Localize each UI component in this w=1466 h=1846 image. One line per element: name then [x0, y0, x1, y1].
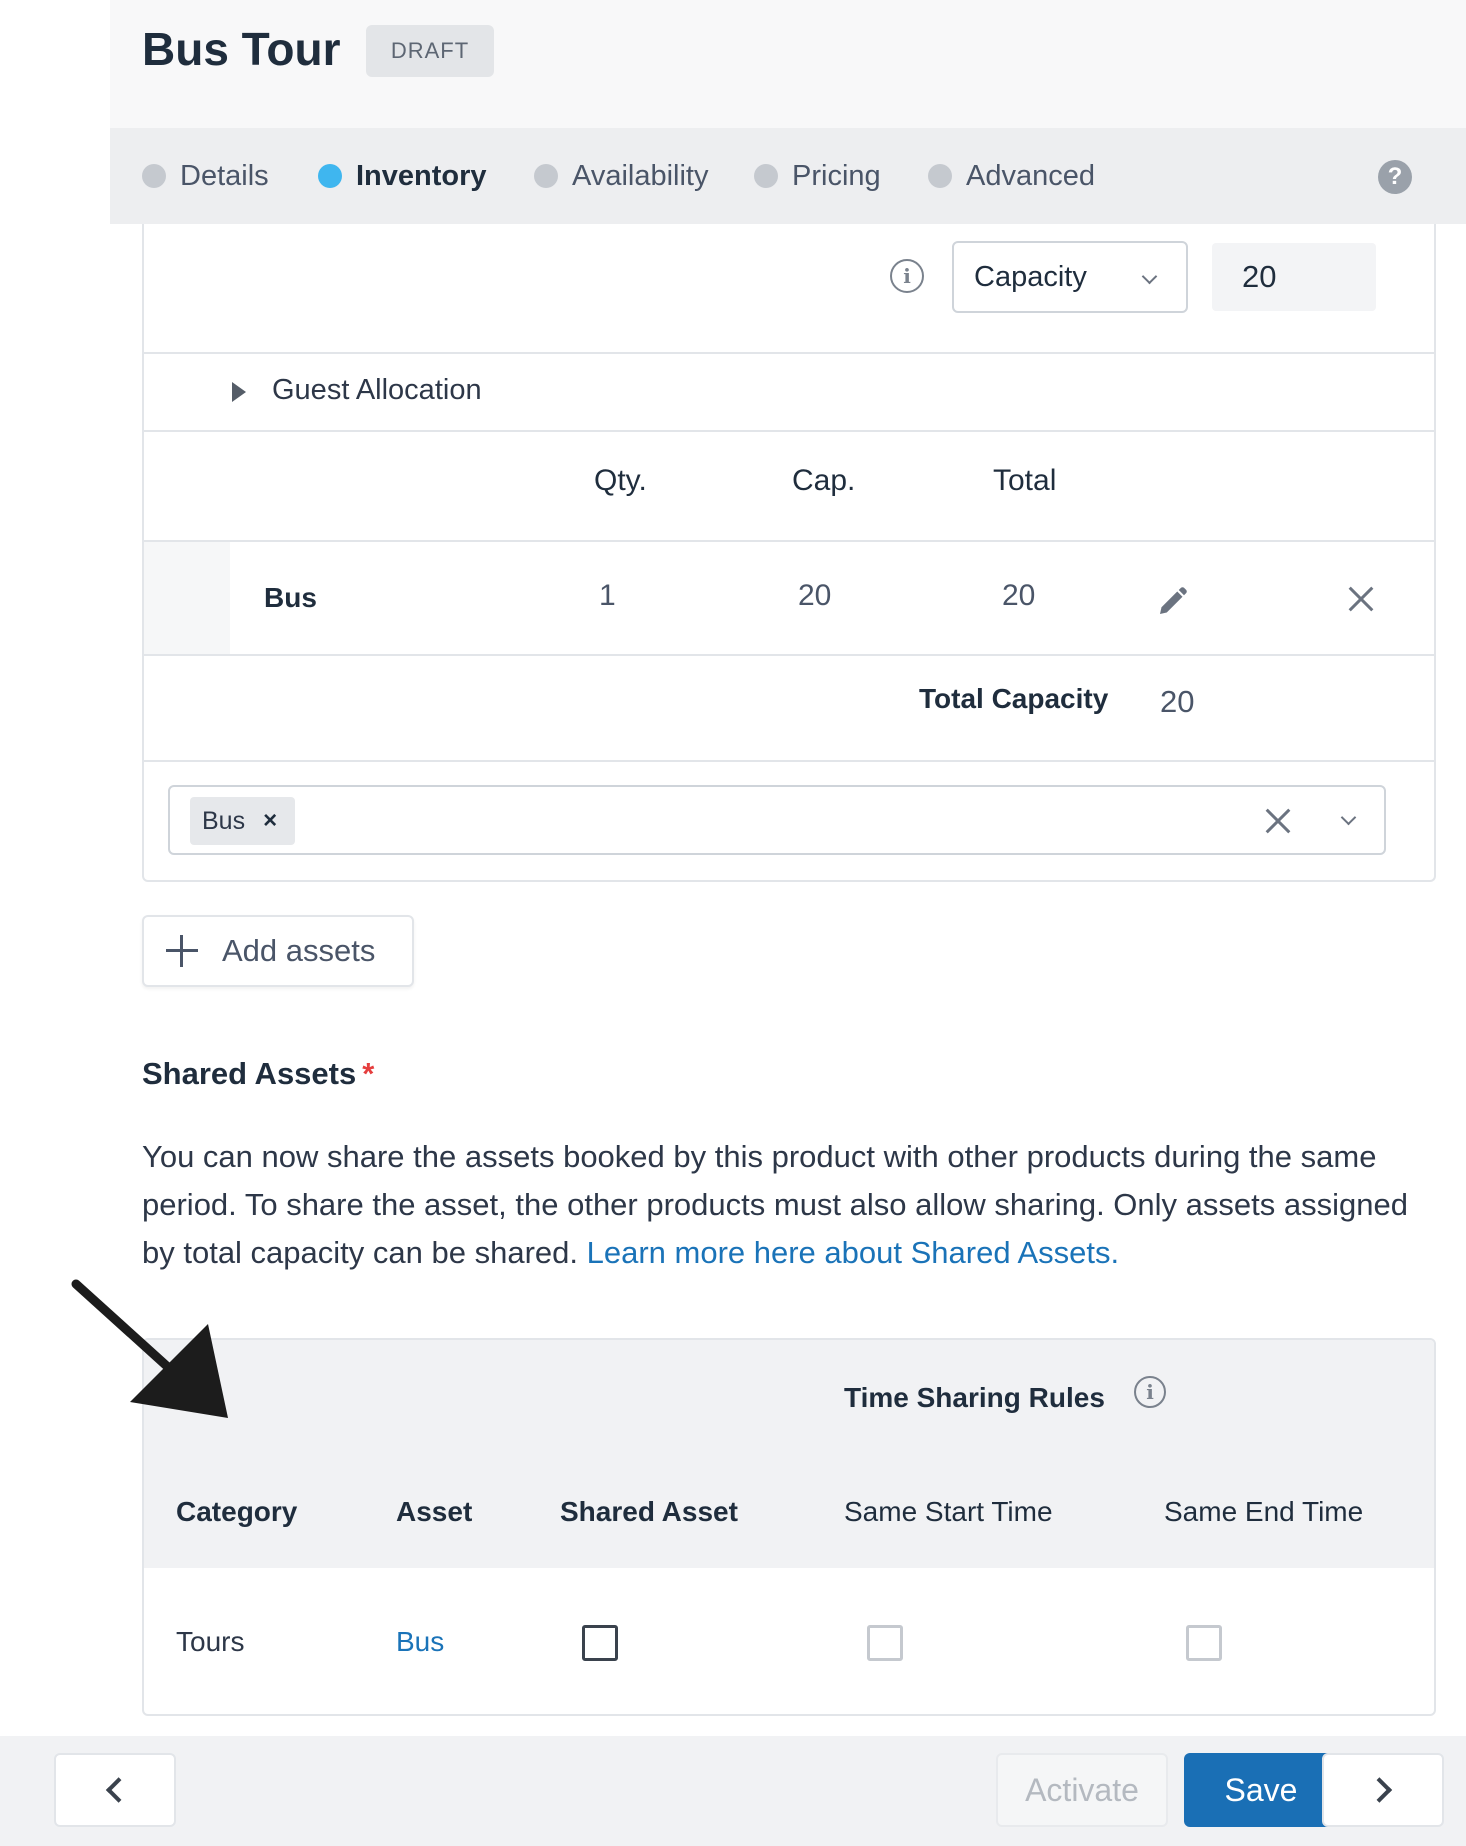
- remove-chip-icon[interactable]: ×: [263, 807, 277, 835]
- chevron-down-icon: [1141, 268, 1158, 285]
- column-header-same-start-time: Same Start Time: [844, 1496, 1053, 1527]
- row-asset-link[interactable]: Bus: [396, 1626, 444, 1658]
- tab-label: Availability: [572, 159, 709, 192]
- capacity-mode-value: Capacity: [974, 260, 1087, 293]
- tab-label: Inventory: [356, 159, 487, 192]
- step-dot-icon: [928, 164, 952, 188]
- shared-assets-description: You can now share the assets booked by t…: [142, 1133, 1442, 1277]
- same-end-time-checkbox[interactable]: [1186, 1625, 1222, 1661]
- help-icon[interactable]: ?: [1378, 160, 1412, 194]
- selected-asset-chip: Bus ×: [190, 797, 295, 845]
- required-marker: *: [362, 1056, 375, 1091]
- tab-pricing[interactable]: Pricing: [754, 128, 881, 224]
- remove-row-icon[interactable]: [1346, 584, 1376, 614]
- asset-row-total: 20: [1002, 579, 1036, 612]
- step-dot-icon: [754, 164, 778, 188]
- section-title-text: Shared Assets: [142, 1056, 357, 1091]
- next-button[interactable]: [1322, 1753, 1444, 1827]
- column-header-total: Total: [993, 464, 1057, 497]
- divider: [144, 540, 1434, 542]
- chevron-down-icon[interactable]: [1340, 809, 1357, 826]
- shared-asset-checkbox[interactable]: [582, 1625, 618, 1661]
- footer-bar: Activate Save: [0, 1736, 1466, 1846]
- inventory-card: i Capacity 20 Guest Allocation Qty. Cap.…: [142, 224, 1436, 882]
- shared-assets-table: Time Sharing Rules i Category Asset Shar…: [142, 1338, 1436, 1716]
- table-header: Time Sharing Rules i Category Asset Shar…: [144, 1340, 1434, 1568]
- save-button[interactable]: Save: [1184, 1753, 1338, 1827]
- total-capacity-value: 20: [1160, 684, 1195, 719]
- pencil-icon[interactable]: [1154, 584, 1190, 620]
- column-header-category: Category: [176, 1496, 298, 1527]
- row-handle: [144, 542, 230, 654]
- divider: [144, 654, 1434, 656]
- add-assets-label: Add assets: [222, 933, 376, 968]
- clear-selection-icon[interactable]: [1263, 806, 1293, 836]
- row-category: Tours: [176, 1626, 245, 1657]
- column-header-same-end-time: Same End Time: [1164, 1496, 1364, 1527]
- asset-row-qty: 1: [599, 579, 616, 612]
- guest-allocation-toggle[interactable]: Guest Allocation: [144, 354, 1434, 430]
- learn-more-link[interactable]: Learn more here about Shared Assets.: [587, 1235, 1120, 1270]
- tab-label: Details: [180, 159, 269, 192]
- tab-label: Advanced: [966, 159, 1095, 192]
- column-header-cap: Cap.: [792, 464, 856, 497]
- tab-advanced[interactable]: Advanced: [928, 128, 1095, 224]
- previous-button[interactable]: [54, 1753, 176, 1827]
- shared-assets-title: Shared Assets *: [142, 1056, 374, 1092]
- info-icon[interactable]: i: [890, 259, 924, 293]
- guest-allocation-label: Guest Allocation: [272, 374, 482, 406]
- caret-right-icon: [232, 382, 246, 402]
- assets-multiselect[interactable]: Bus ×: [168, 785, 1386, 855]
- info-icon[interactable]: i: [1134, 1376, 1166, 1408]
- status-badge: DRAFT: [366, 25, 494, 77]
- divider: [144, 760, 1434, 762]
- chip-label: Bus: [202, 806, 246, 835]
- tab-inventory[interactable]: Inventory: [318, 128, 487, 224]
- page-title: Bus Tour: [142, 23, 341, 75]
- capacity-input[interactable]: 20: [1212, 243, 1376, 311]
- page-header: Bus Tour DRAFT: [110, 0, 1466, 128]
- divider: [144, 430, 1434, 432]
- tab-availability[interactable]: Availability: [534, 128, 708, 224]
- step-dot-icon: [142, 164, 166, 188]
- annotation-arrow-icon: [71, 1279, 228, 1418]
- chevron-right-icon: [1366, 1777, 1393, 1803]
- total-capacity-label: Total Capacity: [919, 683, 1109, 714]
- column-header-shared-asset: Shared Asset: [560, 1496, 738, 1527]
- tab-label: Pricing: [792, 159, 881, 192]
- time-sharing-rules-label: Time Sharing Rules: [844, 1382, 1105, 1413]
- same-start-time-checkbox[interactable]: [867, 1625, 903, 1661]
- tab-details[interactable]: Details: [142, 128, 269, 224]
- plus-icon: [166, 935, 198, 967]
- column-header-asset: Asset: [396, 1496, 473, 1527]
- activate-button[interactable]: Activate: [996, 1753, 1168, 1827]
- chevron-left-icon: [105, 1777, 132, 1803]
- asset-row-name: Bus: [264, 582, 317, 613]
- step-dot-icon: [534, 164, 558, 188]
- capacity-mode-select[interactable]: Capacity: [952, 241, 1188, 313]
- step-dot-icon: [318, 164, 342, 188]
- add-assets-button[interactable]: Add assets: [142, 915, 414, 987]
- column-header-qty: Qty.: [594, 464, 647, 497]
- step-tabs: Details Inventory Availability Pricing A…: [110, 128, 1466, 224]
- asset-row-cap: 20: [798, 579, 832, 612]
